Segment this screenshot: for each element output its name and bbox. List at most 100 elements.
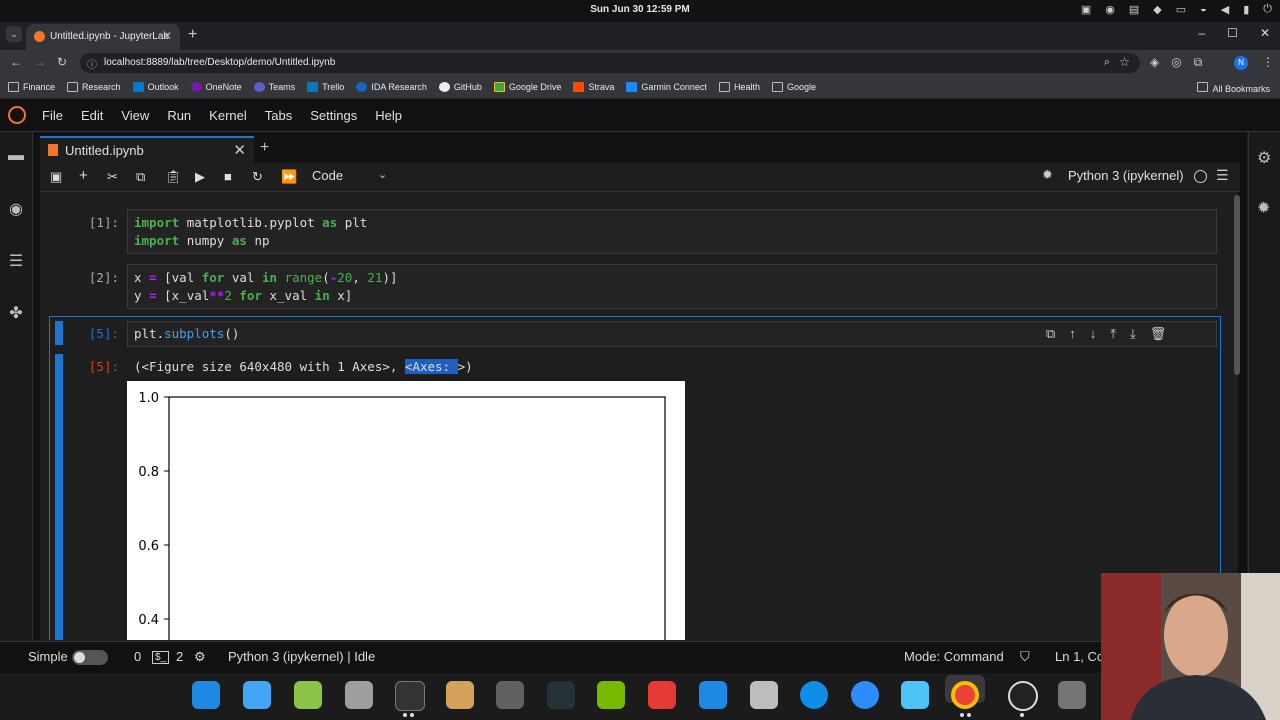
chrome-icon[interactable]: [951, 681, 979, 709]
battery-icon[interactable]: ▮: [1243, 3, 1249, 16]
copy-icon[interactable]: ⧉: [136, 169, 145, 185]
paste-icon[interactable]: 📋︎: [165, 169, 182, 185]
terminal-icon[interactable]: $_: [152, 651, 170, 664]
stop-icon[interactable]: ■: [224, 169, 232, 184]
screenshot-icon[interactable]: [901, 681, 929, 709]
new-tab-button[interactable]: +: [188, 26, 197, 44]
table-of-contents-icon[interactable]: ☰: [6, 251, 26, 271]
app-grid-icon[interactable]: [294, 681, 322, 709]
obs-icon[interactable]: [1008, 681, 1038, 711]
menu-view[interactable]: View: [121, 108, 149, 123]
tray-icon[interactable]: ▭: [1176, 3, 1186, 16]
scrollbar[interactable]: [1234, 195, 1240, 375]
chevron-down-icon[interactable]: ⌄: [378, 168, 387, 181]
cursor-position[interactable]: Ln 1, Col: [1055, 649, 1107, 664]
extension-icon[interactable]: ◎: [1171, 55, 1181, 70]
terminal-app-icon[interactable]: [395, 681, 425, 711]
app-icon[interactable]: [1058, 681, 1086, 709]
tray-icon[interactable]: ◉: [1105, 3, 1115, 16]
document-tab[interactable]: Untitled.ipynb ✕: [40, 136, 254, 164]
add-launcher-button[interactable]: +: [260, 139, 269, 157]
bookmark-item[interactable]: Google: [771, 82, 816, 92]
dropbox-icon[interactable]: ◆: [1153, 3, 1161, 16]
bookmark-item[interactable]: Google Drive: [493, 82, 561, 92]
close-tab-icon[interactable]: ✕: [162, 29, 172, 43]
window-manager-icon[interactable]: [243, 681, 271, 709]
files-icon[interactable]: [345, 681, 373, 709]
kernel-count[interactable]: 2: [176, 649, 183, 664]
property-inspector-icon[interactable]: ⚙: [1257, 148, 1271, 168]
bookmark-star-icon[interactable]: ☆: [1119, 55, 1130, 69]
bookmark-item[interactable]: Outlook: [132, 82, 179, 92]
kernel-name[interactable]: Python 3 (ipykernel): [1068, 168, 1184, 183]
maximize-icon[interactable]: ☐: [1227, 26, 1238, 40]
bookmark-item[interactable]: Garmin Connect: [626, 82, 707, 92]
bookmark-item[interactable]: Trello: [307, 82, 344, 92]
image-app-icon[interactable]: [750, 681, 778, 709]
search-app-icon[interactable]: [192, 681, 220, 709]
move-up-icon[interactable]: ↑: [1069, 326, 1076, 342]
close-window-icon[interactable]: ✕: [1260, 26, 1270, 40]
settings-icon[interactable]: [496, 681, 524, 709]
browser-tab-jupyter[interactable]: Untitled.ipynb - JupyterLab ✕: [26, 24, 180, 50]
file-browser-icon[interactable]: ▬: [6, 147, 26, 167]
vscode-icon[interactable]: [699, 681, 727, 709]
profile-avatar[interactable]: N: [1234, 56, 1248, 70]
all-bookmarks[interactable]: All Bookmarks: [1197, 82, 1270, 94]
bookmark-item[interactable]: Health: [718, 82, 760, 92]
browser-menu-icon[interactable]: ⋮: [1262, 55, 1274, 69]
bookmark-item[interactable]: OneNote: [190, 82, 242, 92]
menu-tabs[interactable]: Tabs: [265, 108, 292, 123]
teamviewer-icon[interactable]: [800, 681, 828, 709]
tray-icon[interactable]: ▤: [1129, 3, 1139, 16]
restart-run-all-icon[interactable]: ⏩: [281, 169, 297, 185]
restart-icon[interactable]: ↻: [252, 169, 263, 185]
kernel-gear-icon[interactable]: ⚙: [194, 649, 206, 665]
terminal-count[interactable]: 0: [134, 649, 141, 664]
extension-icon[interactable]: ◈: [1150, 55, 1159, 70]
code-cell-input[interactable]: import matplotlib.pyplot as plt import n…: [127, 209, 1217, 254]
insert-above-icon[interactable]: ⤒: [1110, 326, 1116, 342]
menu-file[interactable]: File: [42, 108, 63, 123]
bookmark-item[interactable]: GitHub: [438, 82, 482, 92]
bookmark-item[interactable]: Research: [67, 82, 121, 92]
bookmark-item[interactable]: Strava: [573, 82, 614, 92]
kernel-status-text[interactable]: Python 3 (ipykernel) | Idle: [228, 649, 375, 664]
menu-settings[interactable]: Settings: [310, 108, 357, 123]
insert-cell-icon[interactable]: +: [79, 167, 88, 184]
nvidia-icon[interactable]: [597, 681, 625, 709]
minimize-icon[interactable]: –: [1198, 26, 1205, 40]
extension-manager-icon[interactable]: ✤: [6, 303, 26, 323]
zoom-icon[interactable]: [851, 681, 879, 709]
menu-help[interactable]: Help: [375, 108, 402, 123]
extensions-puzzle-icon[interactable]: ⧉: [1194, 55, 1203, 70]
app-icon[interactable]: [648, 681, 676, 709]
archive-icon[interactable]: [446, 681, 474, 709]
power-icon[interactable]: ⏻: [1263, 3, 1272, 16]
system-monitor-icon[interactable]: [547, 681, 575, 709]
tray-icon[interactable]: ▣: [1081, 3, 1091, 16]
hamburger-menu-icon[interactable]: ☰: [1216, 167, 1229, 184]
notebook-mode[interactable]: Mode: Command: [904, 649, 1004, 664]
forward-icon[interactable]: →: [34, 55, 46, 69]
debugger-toggle-icon[interactable]: ✹: [1042, 167, 1053, 183]
close-document-icon[interactable]: ✕: [233, 141, 246, 159]
tab-search-icon[interactable]: ⌄: [6, 26, 22, 42]
run-icon[interactable]: ▶: [195, 169, 205, 185]
reload-icon[interactable]: ↻: [57, 55, 67, 69]
bookmark-item[interactable]: Finance: [8, 82, 55, 92]
simple-mode-toggle[interactable]: [72, 650, 108, 665]
search-icon[interactable]: ⌕: [1104, 56, 1110, 69]
wifi-icon[interactable]: ◒: [1200, 3, 1207, 16]
code-cell-input[interactable]: x = [val for val in range(-20, 21)] y = …: [127, 264, 1217, 309]
trust-shield-icon[interactable]: ⛉: [1020, 649, 1030, 665]
move-down-icon[interactable]: ↓: [1090, 326, 1097, 342]
menu-edit[interactable]: Edit: [81, 108, 103, 123]
insert-below-icon[interactable]: ⤓: [1130, 326, 1136, 342]
menu-run[interactable]: Run: [167, 108, 191, 123]
back-icon[interactable]: ←: [10, 55, 22, 69]
bookmark-item[interactable]: IDA Research: [356, 82, 427, 92]
delete-cell-icon[interactable]: 🗑︎: [1150, 326, 1167, 342]
running-kernels-icon[interactable]: ◉: [6, 199, 26, 219]
site-info-icon[interactable]: ⓘ: [87, 56, 97, 71]
